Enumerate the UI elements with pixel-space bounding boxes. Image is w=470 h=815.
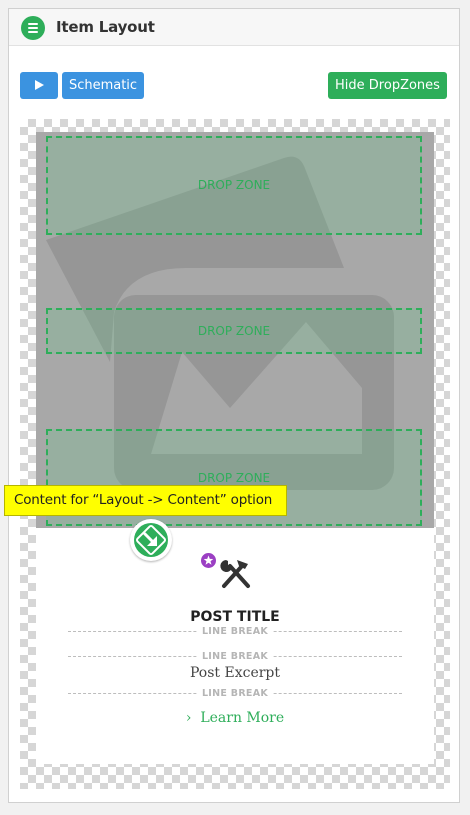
post-excerpt: Post Excerpt xyxy=(189,665,281,681)
item-card: DROP ZONE DROP ZONE DROP ZONE POST TITLE… xyxy=(36,132,434,764)
post-title: POST TITLE xyxy=(190,609,280,625)
hide-dropzones-button[interactable]: Hide DropZones xyxy=(328,72,447,99)
chevron-right-icon: › xyxy=(185,710,192,726)
play-button[interactable] xyxy=(20,72,58,99)
schematic-button[interactable]: Schematic xyxy=(62,72,144,99)
menu-icon[interactable] xyxy=(21,16,45,40)
image-placeholder: DROP ZONE DROP ZONE DROP ZONE xyxy=(36,132,434,528)
drop-zone-middle[interactable]: DROP ZONE xyxy=(46,308,422,354)
move-arrow-icon xyxy=(135,524,167,556)
line-break-2: LINE BREAK xyxy=(68,651,402,663)
content-area: POST TITLE LINE BREAK LINE BREAK Post Ex… xyxy=(36,519,434,764)
content-option-tooltip: Content for “Layout -> Content” option xyxy=(4,485,287,516)
tools-icon xyxy=(220,560,250,588)
panel-header: Item Layout xyxy=(9,9,459,46)
learn-more-label: Learn More xyxy=(200,710,285,726)
panel-title: Item Layout xyxy=(56,18,155,36)
layout-canvas: DROP ZONE DROP ZONE DROP ZONE POST TITLE… xyxy=(20,119,450,789)
learn-more-link[interactable]: › Learn More xyxy=(36,710,434,726)
move-handle[interactable] xyxy=(130,519,172,561)
item-layout-panel: Item Layout Schematic Hide DropZones DRO… xyxy=(8,8,460,803)
drop-zone-top[interactable]: DROP ZONE xyxy=(46,136,422,235)
line-break-3: LINE BREAK xyxy=(68,688,402,700)
line-break-1: LINE BREAK xyxy=(68,626,402,638)
star-icon xyxy=(201,553,216,568)
